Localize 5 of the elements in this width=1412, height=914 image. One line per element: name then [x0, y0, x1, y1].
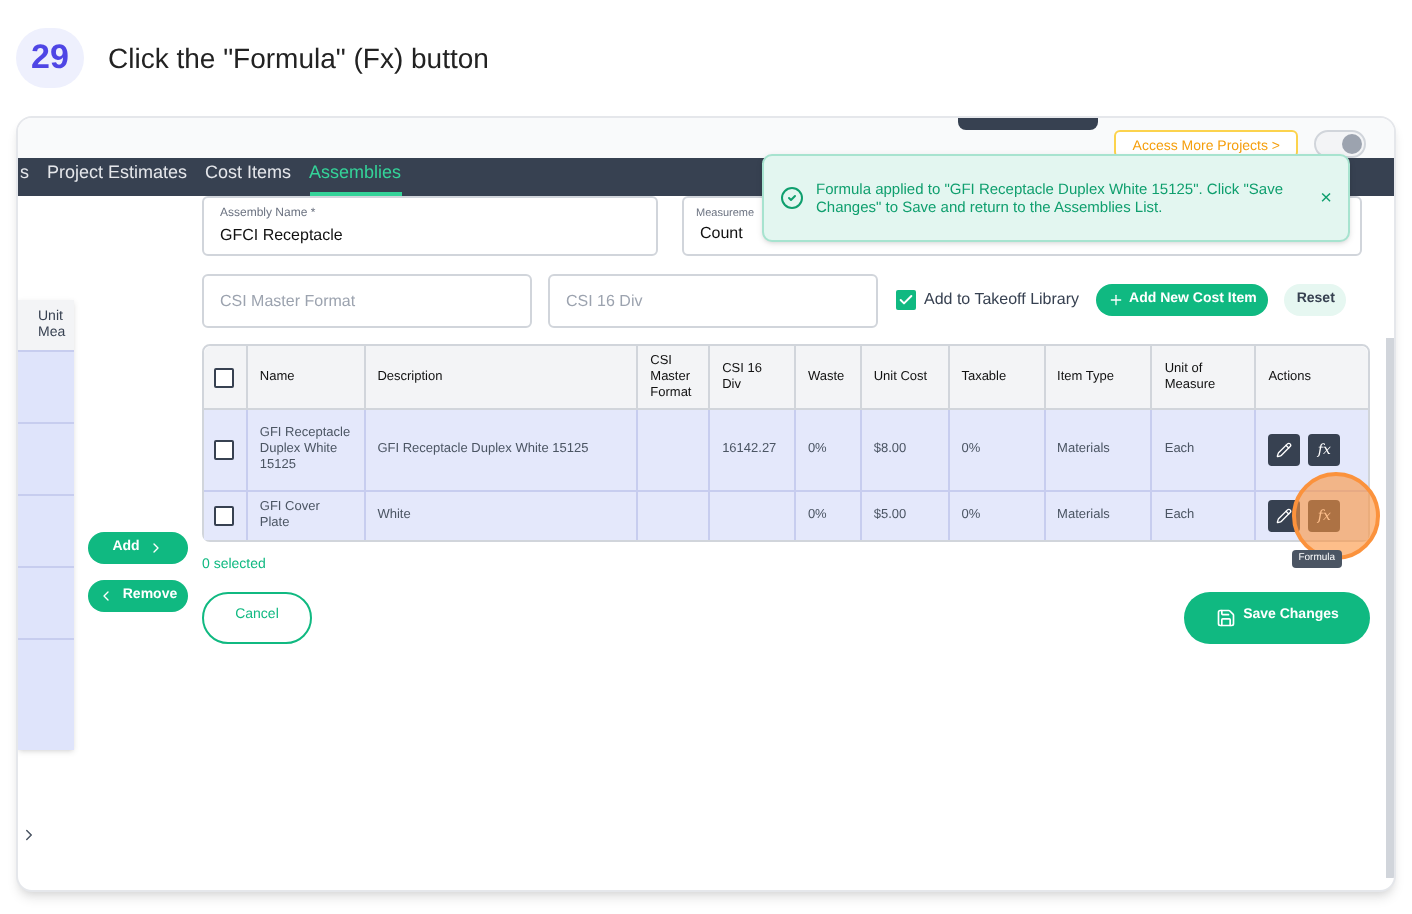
- field-value: Count: [700, 222, 745, 247]
- step-instruction: Click the "Formula" (Fx) button: [108, 39, 489, 78]
- takeoff-label: Add to Takeoff Library: [924, 288, 1080, 312]
- field-value: GFCI Receptacle: [220, 223, 345, 247]
- step-number: 29: [16, 28, 84, 88]
